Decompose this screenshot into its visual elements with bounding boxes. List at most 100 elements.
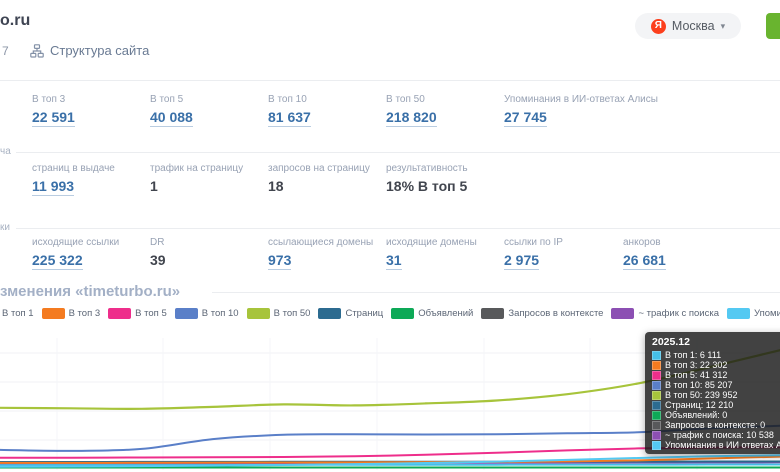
- legend-label: В топ 5: [135, 308, 167, 319]
- region-selector-button[interactable]: Я Москва ▾: [635, 13, 741, 39]
- stats-row-links: исходящие ссылки 225 322 DR 39ссылающиеся д…: [0, 237, 780, 270]
- sitemap-icon: [30, 44, 44, 58]
- tooltip-row: В топ 3: 22 302: [652, 360, 780, 370]
- legend-item[interactable]: В топ 1: [2, 308, 34, 319]
- stat-value[interactable]: 11 993: [32, 178, 74, 196]
- tooltip-row-label: В топ 50: 239 952: [665, 390, 737, 400]
- legend-item[interactable]: В топ 50: [247, 308, 311, 319]
- stat-label: анкоров: [623, 237, 741, 248]
- tooltip-row-label: ~ трафик с поиска: 10 538: [665, 430, 774, 440]
- legend-swatch-icon: [481, 308, 504, 319]
- tooltip-series-swatch-icon: [652, 441, 661, 450]
- stat-cell: анкоров 26 681: [623, 237, 741, 270]
- stat-cell: страниц в выдаче 11 993: [32, 163, 150, 196]
- legend-swatch-icon: [175, 308, 198, 319]
- legend-swatch-icon: [42, 308, 65, 319]
- tooltip-series-swatch-icon: [652, 391, 661, 400]
- legend-item[interactable]: В топ 5: [108, 308, 167, 319]
- stat-value: 18% В топ 5: [386, 178, 504, 194]
- legend-item[interactable]: ~ трафик с поиска: [611, 308, 719, 319]
- stat-value: 39: [150, 252, 268, 268]
- stat-label: В топ 3: [32, 94, 150, 105]
- stat-label: DR: [150, 237, 268, 248]
- tooltip-row-label: В топ 1: 6 111: [665, 350, 721, 360]
- stat-label: исходящие ссылки: [32, 237, 150, 248]
- tooltip-row-label: Запросов в контексте: 0: [665, 420, 765, 430]
- legend-item[interactable]: Запросов в контексте: [481, 308, 603, 319]
- section-fragment-serp: ча: [0, 146, 11, 157]
- tooltip-series-swatch-icon: [652, 381, 661, 390]
- yandex-icon: Я: [651, 19, 666, 34]
- stat-cell: В топ 3 22 591: [32, 94, 150, 127]
- tooltip-row: В топ 1: 6 111: [652, 350, 780, 360]
- legend-swatch-icon: [247, 308, 270, 319]
- tooltip-series-swatch-icon: [652, 411, 661, 420]
- tooltip-row: В топ 50: 239 952: [652, 390, 780, 400]
- stat-cell: запросов на страницу 18: [268, 163, 386, 196]
- stat-value: 18: [268, 178, 386, 194]
- stat-label: трафик на страницу: [150, 163, 268, 174]
- legend-item[interactable]: В топ 3: [42, 308, 101, 319]
- stat-label: ссылающиеся домены: [268, 237, 386, 248]
- stat-cell: В топ 10 81 637: [268, 94, 386, 127]
- site-structure-link[interactable]: Структура сайта: [30, 43, 149, 58]
- legend-item[interactable]: Страниц: [318, 308, 383, 319]
- page-title: o.ru: [0, 12, 30, 30]
- site-structure-label: Структура сайта: [50, 43, 149, 58]
- stat-label: исходящие домены: [386, 237, 504, 248]
- tooltip-row: В топ 10: 85 207: [652, 380, 780, 390]
- header-divider: [0, 80, 780, 81]
- stat-value[interactable]: 225 322: [32, 252, 83, 270]
- legend-label: В топ 1: [2, 308, 34, 319]
- legend-item[interactable]: В топ 10: [175, 308, 239, 319]
- legend-swatch-icon: [108, 308, 131, 319]
- legend-label: Страниц: [345, 308, 383, 319]
- tooltip-series-swatch-icon: [652, 361, 661, 370]
- stat-label: ссылки по IP: [504, 237, 623, 248]
- stat-value[interactable]: 26 681: [623, 252, 666, 270]
- stat-value[interactable]: 2 975: [504, 252, 539, 270]
- legend-swatch-icon: [611, 308, 634, 319]
- tooltip-series-swatch-icon: [652, 421, 661, 430]
- legend-item[interactable]: Объявлений: [391, 308, 473, 319]
- stat-label: страниц в выдаче: [32, 163, 150, 174]
- stat-label: В топ 10: [268, 94, 386, 105]
- green-action-button[interactable]: [766, 13, 780, 39]
- stat-value[interactable]: 22 591: [32, 109, 75, 127]
- chart-legend: В топ 1 В топ 3 В топ 5 В топ 10 В топ 50 Стр…: [2, 308, 780, 319]
- section-title-divider: [212, 292, 780, 293]
- stat-label: В топ 50: [386, 94, 504, 105]
- tooltip-series-swatch-icon: [652, 371, 661, 380]
- stat-value[interactable]: 27 745: [504, 109, 547, 127]
- stat-value[interactable]: 81 637: [268, 109, 311, 127]
- legend-label: В топ 3: [69, 308, 101, 319]
- stat-value[interactable]: 40 088: [150, 109, 193, 127]
- legend-item[interactable]: Упоминания в ИИ ответах Алисы: [727, 308, 780, 319]
- tooltip-row: Упоминания в ИИ ответах Алисы: 25 1: [652, 440, 780, 450]
- section-divider: [16, 228, 780, 229]
- tooltip-series-swatch-icon: [652, 351, 661, 360]
- tooltip-row: ~ трафик с поиска: 10 538: [652, 430, 780, 440]
- tooltip-row: Запросов в контексте: 0: [652, 420, 780, 430]
- stat-value[interactable]: 973: [268, 252, 291, 270]
- tooltip-row-label: Объявлений: 0: [665, 410, 727, 420]
- stat-cell: В топ 540 088: [150, 94, 268, 127]
- tooltip-row: Страниц: 12 210: [652, 400, 780, 410]
- chevron-down-icon: ▾: [721, 21, 726, 32]
- stat-label: запросов на страницу: [268, 163, 386, 174]
- stat-label: результативность: [386, 163, 504, 174]
- stat-value[interactable]: 218 820: [386, 109, 437, 127]
- stat-value[interactable]: 31: [386, 252, 402, 270]
- legend-swatch-icon: [391, 308, 414, 319]
- rank-fragment: 7: [2, 44, 9, 58]
- tooltip-row-label: Страниц: 12 210: [665, 400, 733, 410]
- stat-cell: результативность 18% В топ 5: [386, 163, 504, 196]
- tooltip-row-label: В топ 5: 41 312: [665, 370, 727, 380]
- dashboard: o.ru 7 Структура сайта Я Москва ▾ В топ …: [0, 0, 780, 472]
- stat-cell: трафик на страницу1: [150, 163, 268, 196]
- legend-label: В топ 50: [274, 308, 311, 319]
- stat-label: Упоминания в ИИ-ответах Алисы: [504, 94, 658, 105]
- section-fragment-links: ки: [0, 222, 10, 233]
- region-label: Москва: [672, 19, 715, 33]
- tooltip-row-label: В топ 10: 85 207: [665, 380, 732, 390]
